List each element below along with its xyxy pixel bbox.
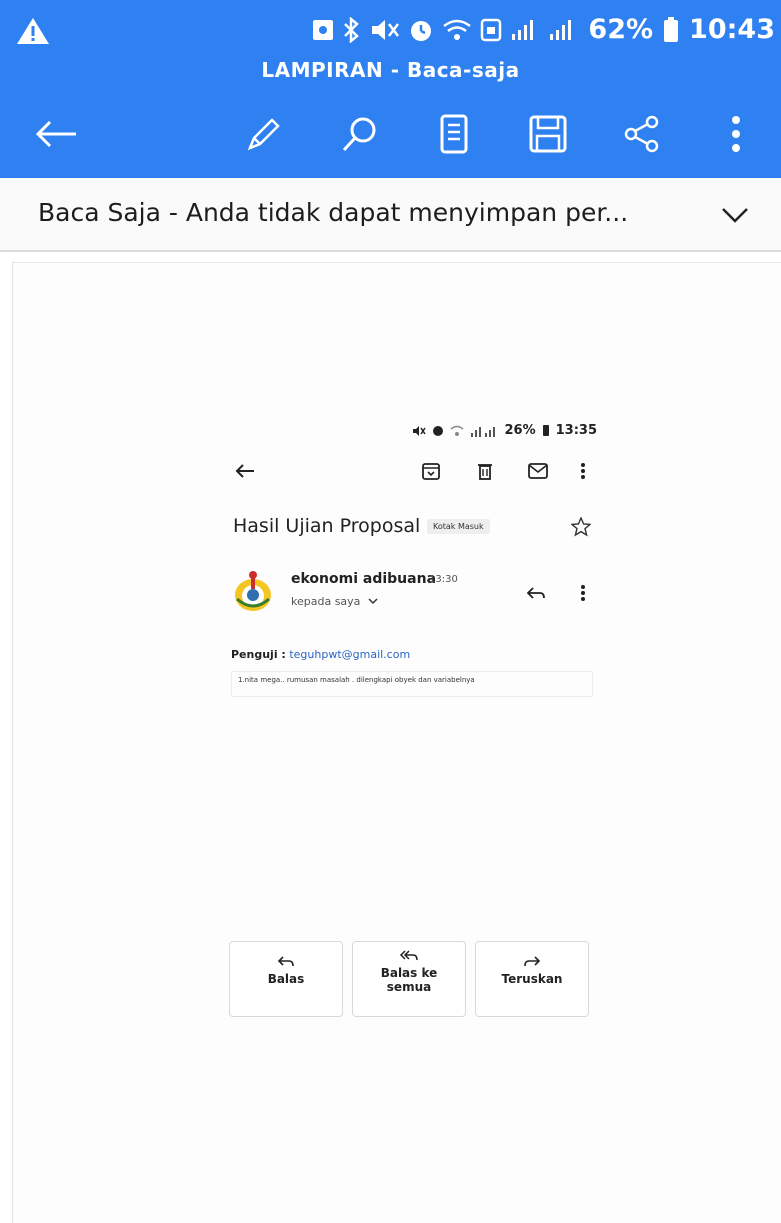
reply-icon [277,956,294,967]
alarm-icon [411,20,432,41]
battery-icon [664,16,679,42]
app-title: LAMPIRAN - Baca-saja [261,58,520,82]
reply-icon [526,587,545,599]
note-text: 1.nita mega.. rumusan masalah . dilengka… [238,676,475,684]
search-icon [342,117,376,152]
reply-quick-button [523,581,549,605]
save-icon [529,115,567,153]
more-vertical-icon [581,463,585,479]
pencil-icon [247,118,280,151]
attachment-battery: 26% [504,423,536,438]
toolbar [0,100,781,166]
star-button [569,515,593,539]
battery-percent: 62% [588,14,654,45]
alarm-icon [433,425,444,436]
mute-icon [413,425,427,436]
reply-button: Balas [229,941,343,1017]
reply-all-label-line2: semua [386,980,432,994]
share-icon [624,115,659,153]
chevron-down-icon[interactable] [719,200,751,228]
note-box: 1.nita mega.. rumusan masalah . dilengka… [231,671,593,697]
examiner-email: teguhpwt@gmail.com [289,648,411,661]
view-mode-button[interactable] [428,108,480,160]
battery-icon [542,425,549,436]
email-subject: Hasil Ujian Proposal [233,515,421,537]
back-arrow-icon [35,120,76,148]
avatar [235,571,271,611]
delete-button [473,459,497,483]
recipient-text: kepada saya [291,595,361,608]
mark-unread-button [525,459,551,483]
sim-icon [481,18,502,41]
edit-button[interactable] [238,108,290,160]
app-bar: 62% 10:43 LAMPIRAN - Baca-saja [0,0,781,178]
forward-button: Teruskan [475,941,589,1017]
attachment-status-bar: 26% 13:35 [412,423,597,438]
image-notification-icon [313,19,334,40]
overflow-menu-button[interactable] [710,108,762,160]
archive-icon [422,463,440,480]
read-only-banner[interactable]: Baca Saja - Anda tidak dapat menyimpan p… [0,178,781,252]
signal-icon-2 [550,19,572,40]
reply-all-button: Balas ke semua [352,941,466,1017]
clock: 10:43 [689,14,775,45]
sender-name: ekonomi adibuana [291,571,437,587]
message-more-button [575,581,591,605]
mail-icon [528,463,548,479]
examiner-line: Penguji : teguhpwt@gmail.com [231,648,410,661]
mute-icon [372,19,400,40]
folder-label-chip: Kotak Masuk [427,519,490,534]
email-time: 13:30 [429,574,458,585]
chevron-down-icon [368,598,378,605]
warning-icon [17,18,49,44]
share-button[interactable] [616,108,668,160]
wifi-icon [443,19,472,40]
document-icon [440,114,468,154]
forward-icon [524,956,541,967]
search-button[interactable] [334,108,386,160]
archive-button [419,459,443,483]
status-bar: 62% 10:43 [0,6,781,54]
reply-label: Balas [267,972,305,986]
attachment-time: 13:35 [555,423,597,438]
reply-all-icon [399,950,418,961]
attachment-image: 26% 13:35 Hasil Ujian Proposal Kotak Mas… [229,409,609,1179]
wifi-icon [451,425,464,436]
forward-label: Teruskan [501,972,563,986]
gmail-back-button [233,459,257,483]
save-button[interactable] [522,108,574,160]
examiner-label: Penguji : [231,648,286,661]
document-viewer[interactable]: 26% 13:35 Hasil Ujian Proposal Kotak Mas… [12,262,781,1223]
recipient-line: kepada saya [291,595,378,608]
trash-icon [478,464,492,480]
more-vertical-icon [581,585,585,601]
banner-text: Baca Saja - Anda tidak dapat menyimpan p… [38,198,629,227]
star-icon [571,517,591,537]
back-arrow-icon [235,464,254,478]
signal-icon [512,19,534,40]
reply-all-label-line1: Balas ke [380,966,438,980]
gmail-more-button [575,459,591,483]
more-vertical-icon [732,116,740,152]
back-button[interactable] [30,108,82,160]
signal-icon [471,426,496,437]
bluetooth-icon [344,16,360,43]
